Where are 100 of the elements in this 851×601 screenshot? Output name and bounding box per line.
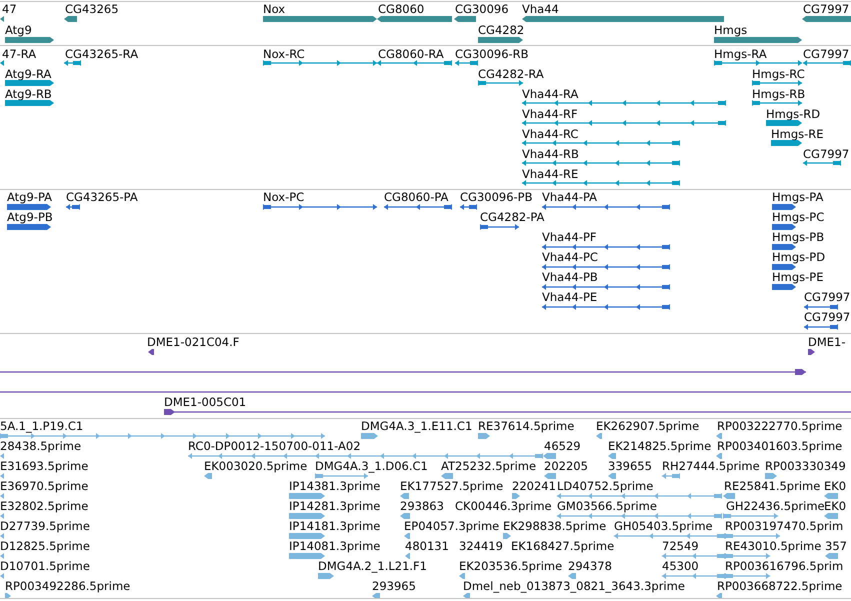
feature-label: CG4282-RA — [478, 67, 544, 81]
feature-label: E32802.5prime — [0, 499, 88, 513]
feature-label: Hmgs-PA — [772, 190, 824, 204]
feature-label: CG30096-PB — [460, 190, 532, 204]
feature-label: D27739.5prime — [0, 519, 90, 533]
feature-label: 293965 — [372, 579, 416, 593]
feature-label: AT25232.5prime — [441, 459, 536, 473]
feature-label: DMG4A.2_1.L21.F1 — [318, 559, 427, 573]
feature-label: E31693.5prime — [0, 459, 88, 473]
feature-label: CG30096-RB — [455, 47, 529, 61]
feature-label: Hmgs-RD — [766, 107, 820, 121]
feature-label: Hmgs — [714, 23, 748, 37]
feature-label: CK00446.3prime — [455, 499, 552, 513]
feature-label: EK0 — [824, 499, 846, 513]
feature-label: CG7997 — [803, 47, 850, 61]
feature-label: Nox — [263, 2, 286, 16]
feature-label: DMG4A.3_1.D06.C1 — [315, 459, 428, 473]
feature-label: RH27444.5prime — [662, 459, 760, 473]
feature-label: DME1-005C01 — [164, 395, 246, 409]
feature-label: RP003330349 — [765, 459, 846, 473]
feature-label: RP003668722.5prime — [717, 579, 842, 593]
feature-label: Hmgs-RE — [771, 127, 824, 141]
feature-label: CG8060 — [378, 2, 424, 16]
feature-label: EK177527.5prime — [400, 479, 504, 493]
feature-label: Vha44-PE — [542, 290, 598, 304]
feature-label: CG7997 — [803, 2, 850, 16]
feature-label: EP04057.3prime — [404, 519, 500, 533]
feature-label: Atg9-PA — [7, 190, 52, 204]
feature-label: IP14081.3prime — [289, 539, 380, 553]
feature-label: RP003616796.5prim — [725, 559, 844, 573]
feature-label: EK0 — [824, 479, 846, 493]
feature-label: Hmgs-RB — [752, 87, 806, 101]
feature-label: RP003401603.5prime — [717, 439, 842, 453]
feature-label: CG7997 — [804, 290, 850, 304]
feature-label: Hmgs-PD — [772, 250, 826, 264]
feature-label: Nox-PC — [263, 190, 304, 204]
feature-label: CG4282 — [478, 23, 524, 37]
feature-label: Vha44-PA — [542, 190, 598, 204]
feature-label: 28438.5prime — [0, 439, 82, 453]
feature-label: DMG4A.3_1.E11.C1 — [361, 419, 472, 433]
feature-label: CG43265 — [65, 2, 119, 16]
feature-label: Hmgs-PC — [772, 210, 824, 224]
feature-label: Atg9-RB — [5, 87, 52, 101]
feature-label: 357 — [825, 539, 847, 553]
feature-label: Vha44-RA — [522, 87, 578, 101]
feature-label: RE37614.5prime — [478, 419, 574, 433]
feature-label: CG7997 — [803, 147, 850, 161]
feature-label: 324419 — [459, 539, 503, 553]
feature-label: CG30096 — [455, 2, 509, 16]
feature-label: CG43265-PA — [66, 190, 138, 204]
feature-label: RE25841.5prime — [724, 479, 820, 493]
feature-label: EK168427.5prime — [511, 539, 614, 553]
feature-label: CG43265-RA — [65, 47, 138, 61]
feature-label: IP14281.3prime — [289, 499, 380, 513]
feature-label: EK298838.5prime — [503, 519, 606, 533]
feature-label: Vha44-RE — [522, 167, 578, 181]
feature-label: Vha44-PB — [542, 270, 598, 284]
feature-label: CG7997 — [804, 310, 850, 324]
feature-label: 339655 — [608, 459, 652, 473]
feature-label: EK203536.5prime — [459, 559, 562, 573]
feature-label: D12825.5prime — [0, 539, 90, 553]
feature-label: D10701.5prime — [0, 559, 90, 573]
feature-label: Hmgs-PB — [772, 230, 824, 244]
feature-label: Hmgs-PE — [772, 270, 824, 284]
feature-label: GH05403.5prime — [614, 519, 713, 533]
feature-label: EK003020.5prime — [204, 459, 308, 473]
feature-label: Hmgs-RC — [752, 67, 805, 81]
feature-label: RP003197470.5prim — [725, 519, 844, 533]
feature-label: RC0-DP0012-150700-011-A02 — [188, 439, 361, 453]
feature-label: EK262907.5prime — [596, 419, 700, 433]
feature-label: 480131 — [405, 539, 449, 553]
feature-label: Atg9-RA — [5, 67, 52, 81]
feature-label: IP14181.3prime — [289, 519, 380, 533]
feature-label: RE43010.5prime — [725, 539, 822, 553]
feature-label: CG8060-PA — [384, 190, 448, 204]
feature-label: Dmel_neb_013873_0821_3643.3prime — [463, 579, 685, 593]
feature-label: 220241 — [512, 479, 556, 493]
feature-label: Vha44-RF — [522, 107, 578, 121]
feature-label: 45300 — [662, 559, 699, 573]
feature-label: LD40752.5prime — [557, 479, 654, 493]
feature-label: IP14381.3prime — [289, 479, 380, 493]
feature-label: Atg9 — [5, 23, 32, 37]
feature-label: Nox-RC — [263, 47, 305, 61]
feature-label: 47 — [2, 2, 17, 16]
feature-label: 293863 — [400, 499, 444, 513]
feature-label: 202205 — [544, 459, 588, 473]
feature-label: RP003492286.5prime — [5, 579, 130, 593]
feature-label: GM03566.5prime — [557, 499, 657, 513]
feature-label: 5A.1_1.P19.C1 — [0, 419, 84, 433]
feature-label: 47-RA — [2, 47, 36, 61]
feature-label: 294378 — [568, 559, 612, 573]
feature-label: EK214825.5prime — [608, 439, 712, 453]
feature-label: GH22436.5prime — [726, 499, 825, 513]
feature-label: DME1- — [808, 335, 846, 349]
feature-label: DME1-021C04.F — [147, 335, 240, 349]
feature-label: CG4282-PA — [480, 210, 544, 224]
feature-label: E36970.5prime — [0, 479, 88, 493]
feature-label: Vha44-PC — [542, 250, 598, 264]
feature-label: Vha44-PF — [542, 230, 597, 244]
feature-label: CG8060-RA — [378, 47, 444, 61]
